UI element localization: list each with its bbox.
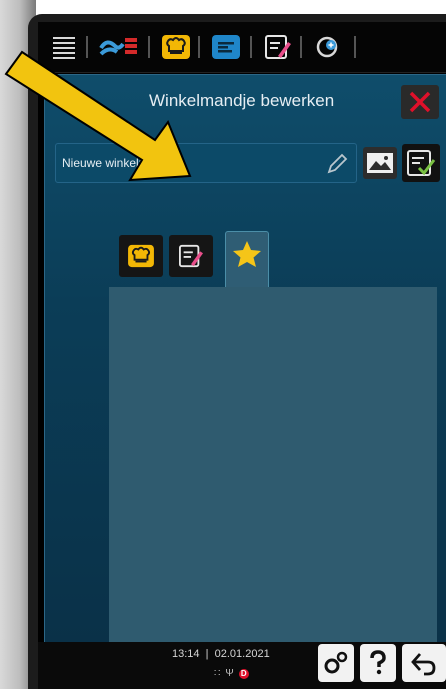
top-toolbar <box>38 22 446 73</box>
clean-cycle-icon[interactable] <box>312 31 344 63</box>
help-button[interactable] <box>360 644 396 682</box>
toolbar-divider <box>86 36 88 58</box>
gears-icon <box>324 651 348 674</box>
checklist-icon <box>407 150 436 176</box>
page-title: Winkelmandje bewerken <box>149 91 335 110</box>
demo-badge: D <box>238 668 249 679</box>
image-icon <box>367 153 393 173</box>
back-button[interactable] <box>402 644 446 682</box>
menu-icon[interactable] <box>48 31 80 63</box>
time: 13:14 <box>172 648 200 660</box>
basket-name-value: Nieuwe winkelmand <box>62 156 169 170</box>
toolbar-divider <box>300 36 302 58</box>
network-icon: ∷ <box>214 668 221 679</box>
toolbar-divider <box>198 36 200 58</box>
star-icon <box>233 241 261 267</box>
question-icon <box>370 650 386 675</box>
cooking-modes-icon[interactable] <box>96 31 142 63</box>
toolbar-divider <box>148 36 150 58</box>
chef-hat-icon <box>128 244 154 268</box>
back-arrow-icon <box>411 653 436 676</box>
edit-list-icon <box>178 244 203 268</box>
program-list-icon[interactable] <box>210 31 242 63</box>
usb-icon: Ψ <box>225 668 234 679</box>
settings-button[interactable] <box>318 644 354 682</box>
toolbar-divider <box>354 36 356 58</box>
close-icon <box>409 91 431 113</box>
tab-cook[interactable] <box>119 235 163 277</box>
edit-basket-panel: Winkelmandje bewerken Nieuwe winkelmand <box>44 74 446 655</box>
tab-edit[interactable] <box>169 235 213 277</box>
panel-header: Winkelmandje bewerken <box>45 75 446 125</box>
pencil-icon[interactable] <box>326 153 348 175</box>
checklist-button[interactable] <box>402 144 440 182</box>
status-icons: ∷ Ψ D <box>214 668 249 679</box>
screen: Winkelmandje bewerken Nieuwe winkelmand <box>38 22 446 689</box>
clock: 13:14 | 02.01.2021 <box>172 648 270 660</box>
edit-list-icon[interactable] <box>262 31 294 63</box>
time-date-separator: | <box>202 648 212 660</box>
shopping-cart-icon <box>59 91 85 113</box>
favorites-content-area <box>109 287 437 655</box>
image-button[interactable] <box>363 147 397 179</box>
chef-hat-icon[interactable] <box>160 31 192 63</box>
bottom-status-bar: 13:14 | 02.01.2021 ∷ Ψ D <box>38 642 446 689</box>
date: 02.01.2021 <box>214 648 270 660</box>
basket-name-field[interactable]: Nieuwe winkelmand <box>55 143 357 183</box>
toolbar-divider <box>250 36 252 58</box>
close-button[interactable] <box>401 85 439 119</box>
tab-favorites[interactable] <box>225 231 269 287</box>
